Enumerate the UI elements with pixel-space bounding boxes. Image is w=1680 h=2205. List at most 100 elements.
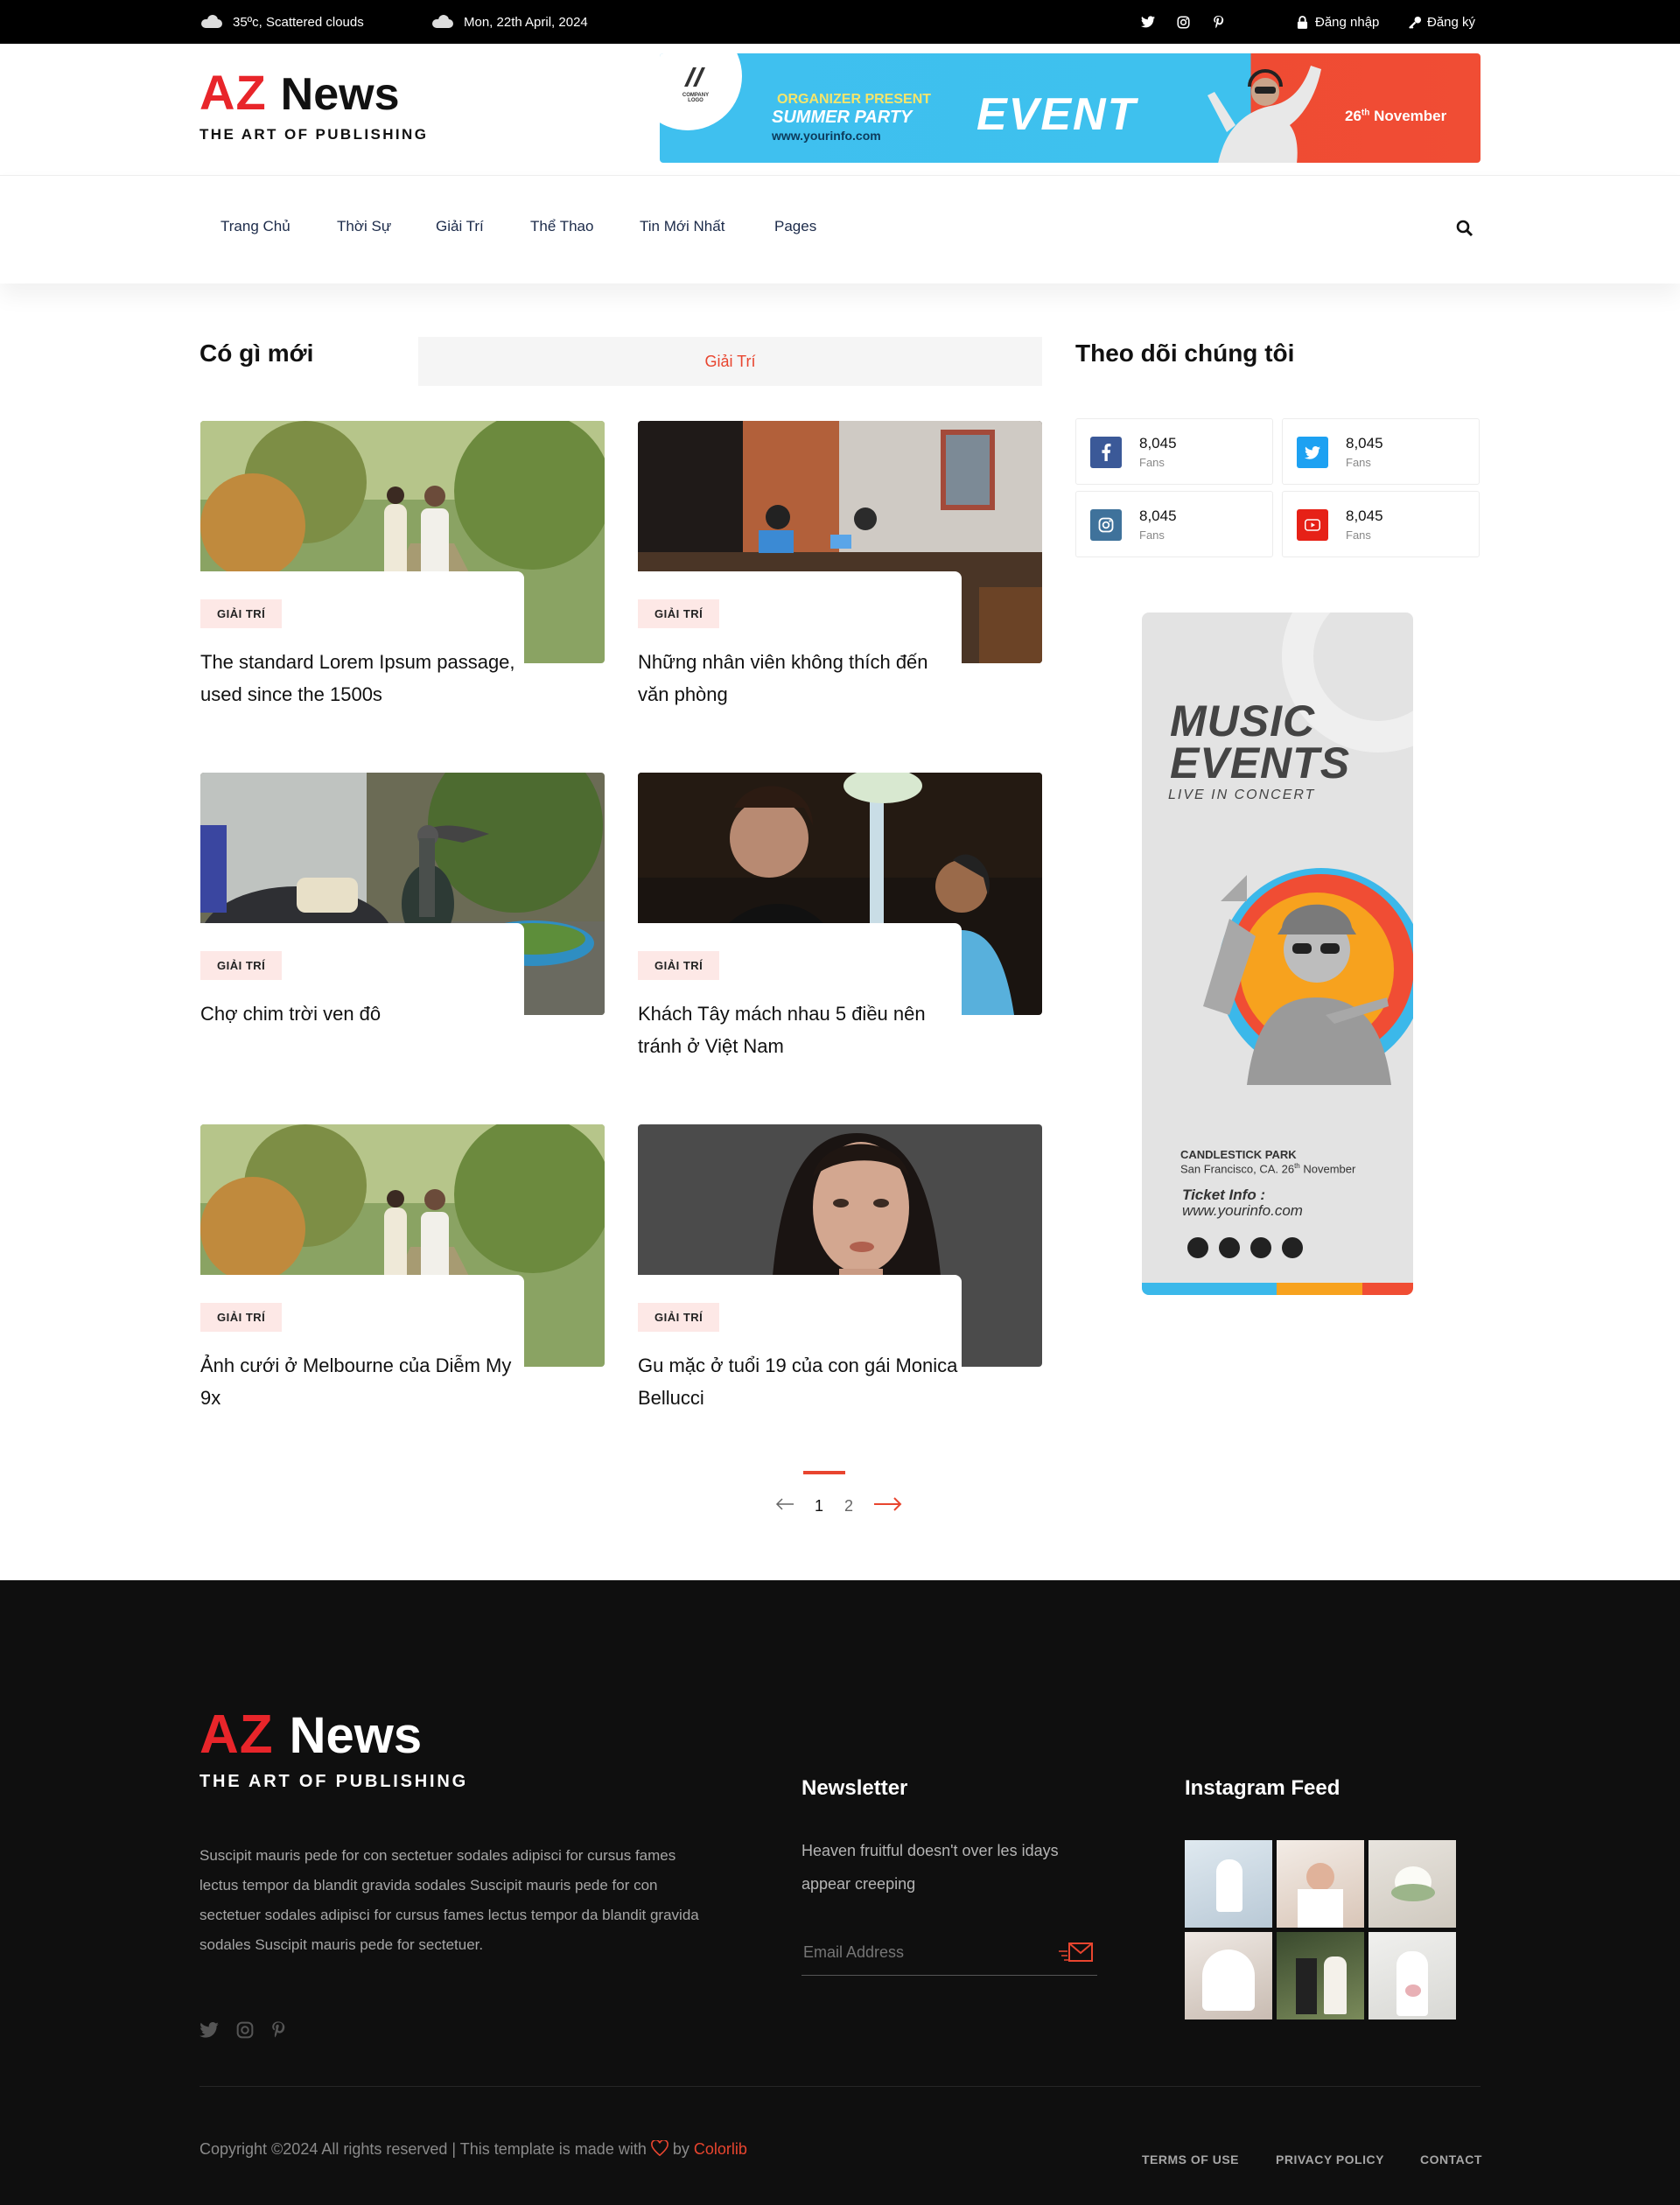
category-badge[interactable]: GIẢI TRÍ [200,1303,283,1332]
ad-venue-city: San Francisco, CA. 26 [1180,1162,1295,1176]
ad-social-icons [1187,1237,1303,1258]
weather-text: 35ºc, Scattered clouds [233,14,364,30]
login-link[interactable]: Đăng nhập [1297,0,1379,44]
footer-logo-tagline: THE ART OF PUBLISHING [200,1772,468,1791]
news-card-title[interactable]: Ảnh cưới ở Melbourne của Diễm My 9x [200,1349,524,1414]
news-card-title[interactable]: Khách Tây mách nhau 5 điều nên tránh ở V… [638,998,962,1062]
news-card-panel: GIẢI TRÍ Gu mặc ở tuổi 19 của con gái Mo… [638,1275,962,1450]
company-logo-text: COMPANY LOGO [682,93,710,103]
instagram-icon [1187,1237,1208,1258]
footer-link-terms[interactable]: TERMS OF USE [1142,2152,1239,2166]
banner-dj-figure [1200,60,1332,163]
instagram-feed-title: Instagram Feed [1185,1776,1340,1800]
logo-az: AZ [200,65,267,120]
copyright-text: Copyright ©2024 All rights reserved | Th… [200,2140,647,2158]
ad-color-strip [1142,1283,1413,1295]
nav-item-pages[interactable]: Pages [774,218,816,235]
register-link[interactable]: Đăng ký [1409,0,1475,44]
pinterest-icon[interactable] [271,2021,285,2043]
follow-count: 8,045 [1346,508,1383,524]
ad-venue-suffix: th [1294,1162,1300,1170]
cloud-icon [430,15,455,29]
follow-youtube[interactable]: 8,045 Fans [1282,491,1480,557]
search-icon[interactable] [1456,220,1474,242]
date-info: Mon, 22th April, 2024 [430,0,588,44]
news-card[interactable]: GIẢI TRÍ Những nhân viên không thích đến… [638,421,1042,746]
nav-item-trang-chu[interactable]: Trang Chủ [220,218,290,235]
category-badge[interactable]: GIẢI TRÍ [638,1303,720,1332]
page-1[interactable]: 1 [815,1497,823,1516]
footer-link-privacy[interactable]: PRIVACY POLICY [1276,2152,1384,2166]
follow-facebook[interactable]: 8,045 Fans [1075,418,1273,485]
news-card[interactable]: GIẢI TRÍ The standard Lorem Ipsum passag… [200,421,605,746]
cloud-icon [200,15,224,29]
follow-twitter[interactable]: 8,045 Fans [1282,418,1480,485]
instagram-icon[interactable] [1174,13,1192,31]
section-title-whats-new: Có gì mới [200,340,314,367]
instagram-photo[interactable] [1185,1840,1272,1928]
ad-subtitle: LIVE IN CONCERT [1168,788,1316,802]
ad-title-line1: MUSIC [1170,696,1316,746]
news-card-panel: GIẢI TRÍ Những nhân viên không thích đến… [638,571,962,746]
news-card-title[interactable]: The standard Lorem Ipsum passage, used s… [200,646,524,710]
ad-venue-place: San Francisco, CA. 26th November [1180,1162,1355,1175]
nav-item-giai-tri[interactable]: Giải Trí [436,218,484,235]
follow-label: Fans [1346,528,1371,542]
news-card-title[interactable]: Những nhân viên không thích đến văn phòn… [638,646,962,710]
register-label: Đăng ký [1427,14,1476,30]
key-icon [1409,16,1422,29]
top-bar: 35ºc, Scattered clouds Mon, 22th April, … [0,0,1680,44]
instagram-photo[interactable] [1185,1932,1272,2020]
category-badge[interactable]: GIẢI TRÍ [200,951,283,980]
news-card-panel: GIẢI TRÍ Ảnh cưới ở Melbourne của Diễm M… [200,1275,524,1450]
news-card-title[interactable]: Gu mặc ở tuổi 19 của con gái Monica Bell… [638,1349,962,1414]
instagram-icon[interactable] [236,2021,254,2043]
instagram-photo[interactable] [1277,1932,1364,2020]
news-card-title[interactable]: Chợ chim trời ven đô [200,998,524,1030]
follow-instagram[interactable]: 8,045 Fans [1075,491,1273,557]
category-badge[interactable]: GIẢI TRÍ [638,951,720,980]
footer-logo[interactable]: AZ News THE ART OF PUBLISHING [200,1708,468,1792]
category-badge[interactable]: GIẢI TRÍ [200,599,283,628]
topbar-social [1139,0,1227,44]
category-badge[interactable]: GIẢI TRÍ [638,599,720,628]
follow-count: 8,045 [1139,435,1177,452]
page-2[interactable]: 2 [844,1497,853,1516]
follow-label: Fans [1346,456,1371,469]
ad-title: MUSIC EVENTS [1170,696,1351,788]
news-card[interactable]: GIẢI TRÍ Khách Tây mách nhau 5 điều nên … [638,773,1042,1098]
footer-link-contact[interactable]: CONTACT [1420,2152,1482,2166]
main-nav: Trang Chủ Thời Sự Giải Trí Thể Thao Tin … [0,175,1680,284]
header-banner-ad[interactable]: COMPANY LOGO ORGANIZER PRESENT SUMMER PA… [660,53,1480,163]
email-input[interactable] [802,1937,1046,1967]
tab-giai-tri[interactable]: Giải Trí [418,337,1042,386]
footer-divider [200,2086,1480,2087]
news-card[interactable]: GIẢI TRÍ Ảnh cưới ở Melbourne của Diễm M… [200,1124,605,1450]
news-card[interactable]: GIẢI TRÍ Chợ chim trời ven đô [200,773,605,1098]
nav-item-thoi-su[interactable]: Thời Sự [337,218,391,235]
newsletter-text: Heaven fruitful doesn't over les idays a… [802,1842,1059,1893]
pinterest-icon[interactable] [1209,13,1227,31]
instagram-photo[interactable] [1277,1840,1364,1928]
twitter-icon[interactable] [1139,13,1157,31]
news-card[interactable]: GIẢI TRÍ Gu mặc ở tuổi 19 của con gái Mo… [638,1124,1042,1450]
next-arrow-icon[interactable] [873,1497,903,1516]
company-logo: COMPANY LOGO [676,66,716,103]
instagram-photo[interactable] [1368,1932,1456,2020]
nav-item-tin-moi-nhat[interactable]: Tin Mới Nhất [640,218,724,235]
site-logo[interactable]: AZ News THE ART OF PUBLISHING [200,68,428,144]
ad-venue-month: November [1299,1162,1356,1176]
nav-item-the-thao[interactable]: Thể Thao [530,218,593,235]
sidebar-music-ad[interactable]: MUSIC EVENTS LIVE IN CONCERT CANDLESTICK… [1142,612,1413,1295]
prev-arrow-icon[interactable] [775,1498,794,1515]
ad-title-line2: EVENTS [1170,738,1351,788]
news-card-panel: GIẢI TRÍ Khách Tây mách nhau 5 điều nên … [638,923,962,1098]
footer-about-text: Suscipit mauris pede for con sectetuer s… [200,1847,699,1953]
instagram-photo[interactable] [1368,1840,1456,1928]
colorlib-link[interactable]: Colorlib [694,2140,747,2158]
facebook-icon [1219,1237,1240,1258]
follow-label: Fans [1139,456,1165,469]
twitter-icon[interactable] [200,2022,219,2042]
weather-info: 35ºc, Scattered clouds [200,0,364,44]
send-mail-icon[interactable] [1057,1941,1094,1968]
